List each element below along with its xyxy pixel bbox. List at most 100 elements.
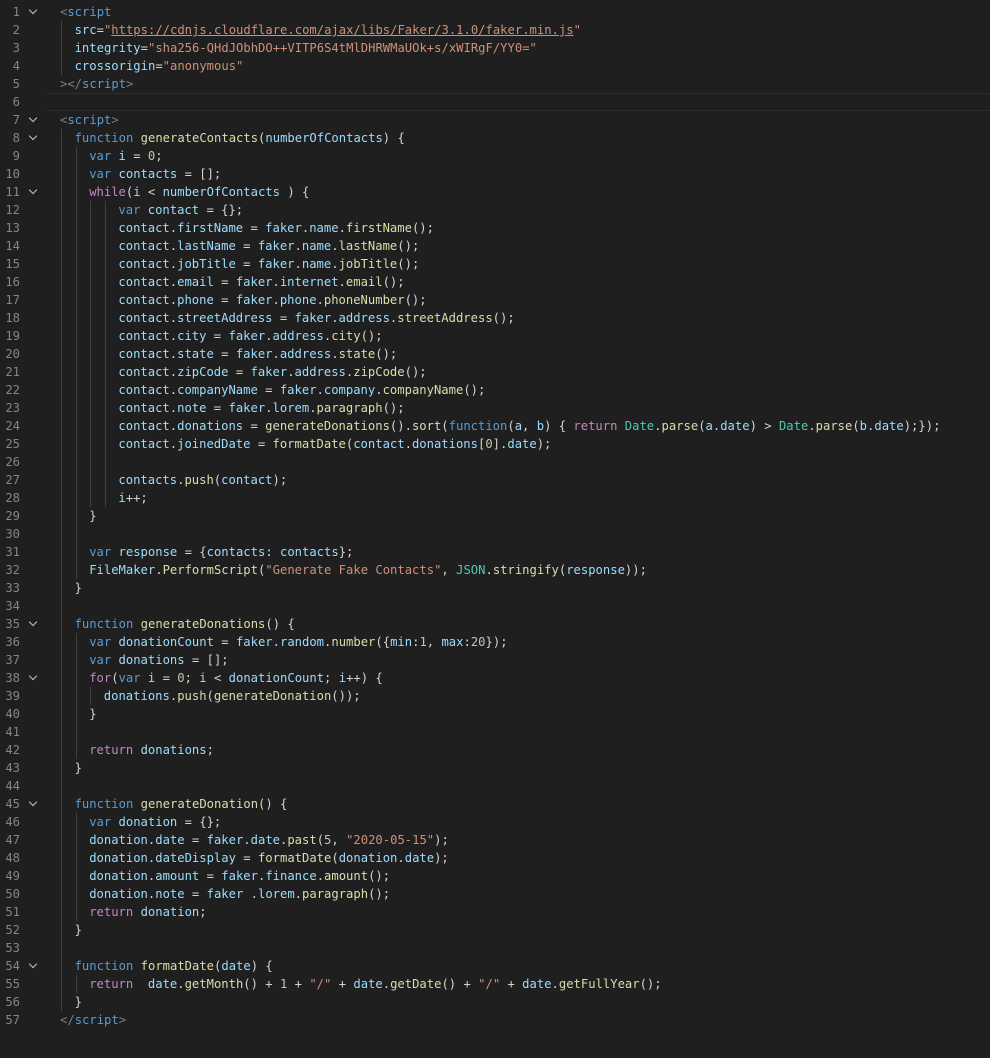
- code-line[interactable]: 27 contacts.push(contact);: [0, 471, 990, 489]
- code-line[interactable]: 21 contact.zipCode = faker.address.zipCod…: [0, 363, 990, 381]
- code-text: <script: [60, 3, 111, 21]
- code-token: =: [213, 293, 236, 307]
- indent-guide: [61, 777, 62, 795]
- code-line[interactable]: 53: [0, 939, 990, 957]
- code-line[interactable]: 9 var i = 0;: [0, 147, 990, 165]
- code-token: address: [294, 365, 346, 379]
- code-line[interactable]: 2 src= "https://cdnjs.cloudflare.com/ajax/…: [0, 21, 990, 39]
- code-token: Date: [624, 419, 655, 433]
- code-text: return date.getMonth() + 1 + "/" + date.…: [89, 975, 661, 993]
- code-line[interactable]: 38 for(var i = 0; i < donationCount; i++)…: [0, 669, 990, 687]
- code-line[interactable]: 45 function generateDonation() {: [0, 795, 990, 813]
- line-number: 28: [5, 491, 20, 505]
- code-line[interactable]: 26: [0, 453, 990, 471]
- code-line[interactable]: 35 function generateDonations() {: [0, 615, 990, 633]
- code-line[interactable]: 37 var donations = [];: [0, 651, 990, 669]
- code-line[interactable]: 31 var response = {contacts: contacts};: [0, 543, 990, 561]
- code-line[interactable]: 11 while(i < numberOfContacts ) {: [0, 183, 990, 201]
- code-line[interactable]: 10 var contacts = [];: [0, 165, 990, 183]
- code-line[interactable]: 3 integrity="sha256-QHdJObhDO++VITP6S4tMl…: [0, 39, 990, 57]
- code-line[interactable]: 48 donation.dateDisplay = formatDate(dona…: [0, 849, 990, 867]
- indent-guide: [61, 435, 62, 453]
- line-number: 22: [5, 383, 20, 397]
- code-line[interactable]: 1 <script: [0, 3, 990, 21]
- code-line[interactable]: 41: [0, 723, 990, 741]
- code-token: =: [140, 41, 148, 55]
- code-token: = {: [177, 545, 207, 559]
- code-line[interactable]: 23 contact.note = faker.lorem.paragraph()…: [0, 399, 990, 417]
- code-token: = [];: [177, 167, 222, 181]
- code-line[interactable]: 14 contact.lastName = faker.name.lastName…: [0, 237, 990, 255]
- code-line[interactable]: 19 contact.city = faker.address.city();: [0, 327, 990, 345]
- code-line[interactable]: 44: [0, 777, 990, 795]
- code-line[interactable]: 33}: [0, 579, 990, 597]
- fold-chevron-icon[interactable]: [28, 795, 40, 813]
- code-token[interactable]: https://cdnjs.cloudflare.com/ajax/libs/F…: [111, 23, 573, 37]
- fold-chevron-icon[interactable]: [28, 957, 40, 975]
- code-line[interactable]: 25 contact.joinedDate = formatDate(contac…: [0, 435, 990, 453]
- code-line[interactable]: 43}: [0, 759, 990, 777]
- indent-guide: [61, 255, 62, 273]
- indent-guide: [61, 849, 62, 867]
- indent-guide: [104, 489, 106, 507]
- code-token: formatDate: [140, 959, 215, 973]
- code-line[interactable]: 36 var donationCount = faker.random.numbe…: [0, 633, 990, 651]
- code-line[interactable]: 39 donations.push(generateDonation());: [0, 687, 990, 705]
- fold-chevron-icon[interactable]: [28, 129, 40, 147]
- code-line[interactable]: 15 contact.jobTitle = faker.name.jobTitle…: [0, 255, 990, 273]
- code-line[interactable]: 20 contact.state = faker.address.state();: [0, 345, 990, 363]
- line-number: 46: [5, 815, 20, 829]
- code-line[interactable]: 34: [0, 597, 990, 615]
- code-line[interactable]: 50 donation.note = faker .lorem.paragraph…: [0, 885, 990, 903]
- indent-guide: [75, 363, 77, 381]
- code-line[interactable]: 55 return date.getMonth() + 1 + "/" + dat…: [0, 975, 990, 993]
- code-line[interactable]: 16 contact.email = faker.internet.email()…: [0, 273, 990, 291]
- code-line[interactable]: 4 crossorigin="anonymous": [0, 57, 990, 75]
- code-line[interactable]: 49 donation.amount = faker.finance.amount…: [0, 867, 990, 885]
- code-line[interactable]: 42 return donations;: [0, 741, 990, 759]
- fold-chevron-icon[interactable]: [28, 111, 40, 129]
- indent-guide: [61, 921, 62, 939]
- code-line[interactable]: 12 var contact = {};: [0, 201, 990, 219]
- code-line[interactable]: 18 contact.streetAddress = faker.address.…: [0, 309, 990, 327]
- code-line[interactable]: 13 contact.firstName = faker.name.firstNa…: [0, 219, 990, 237]
- code-line[interactable]: 56}: [0, 993, 990, 1011]
- code-line[interactable]: 17 contact.phone = faker.phone.phoneNumbe…: [0, 291, 990, 309]
- indent-guide: [61, 237, 62, 255]
- code-line[interactable]: 24 contact.donations = generateDonations(…: [0, 417, 990, 435]
- code-line[interactable]: 54 function formatDate(date) {: [0, 957, 990, 975]
- code-token: state: [177, 347, 214, 361]
- code-token: ,: [331, 833, 347, 847]
- code-line[interactable]: 46 var donation = {};: [0, 813, 990, 831]
- code-line[interactable]: 6: [0, 93, 990, 111]
- code-token: donation: [118, 815, 178, 829]
- code-line[interactable]: 8 function generateContacts(numberOfConta…: [0, 129, 990, 147]
- code-line[interactable]: 32 FileMaker.PerformScript("Generate Fake…: [0, 561, 990, 579]
- code-token: 0: [485, 437, 493, 451]
- code-token: number: [331, 635, 376, 649]
- code-line[interactable]: 5 ></script>: [0, 75, 990, 93]
- code-line[interactable]: 7 <script>: [0, 111, 990, 129]
- code-token: contact: [118, 401, 170, 415]
- code-editor[interactable]: 1 <script 2 src="https://cdnjs.cloudflare.c…: [0, 0, 990, 1058]
- code-token: .: [243, 833, 251, 847]
- code-token: .: [169, 329, 178, 343]
- code-line[interactable]: 40}: [0, 705, 990, 723]
- code-line[interactable]: 29}: [0, 507, 990, 525]
- fold-chevron-icon[interactable]: [28, 669, 40, 687]
- code-token: donationCount: [228, 671, 325, 685]
- indent-guide: [75, 705, 77, 723]
- code-line[interactable]: 57 </script>: [0, 1011, 990, 1029]
- code-line[interactable]: 52}: [0, 921, 990, 939]
- fold-chevron-icon[interactable]: [28, 183, 40, 201]
- code-line[interactable]: 28 i++;: [0, 489, 990, 507]
- code-token: companyName: [177, 383, 258, 397]
- code-token: =: [96, 23, 104, 37]
- code-line[interactable]: 47 donation.date = faker.date.past(5, "20…: [0, 831, 990, 849]
- code-line[interactable]: 30: [0, 525, 990, 543]
- code-line[interactable]: 22 contact.companyName = faker.company.co…: [0, 381, 990, 399]
- fold-chevron-icon[interactable]: [28, 3, 40, 21]
- code-line[interactable]: 51 return donation;: [0, 903, 990, 921]
- fold-chevron-icon[interactable]: [28, 615, 40, 633]
- code-text: contact.email = faker.internet.email();: [118, 273, 404, 291]
